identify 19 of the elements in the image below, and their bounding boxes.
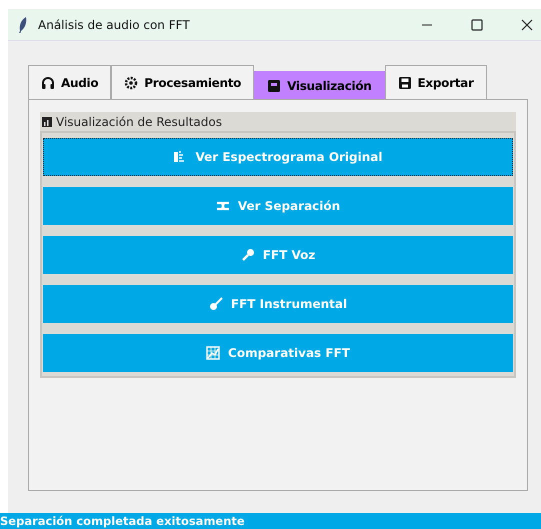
close-icon[interactable] [521, 18, 533, 30]
headphones-icon [41, 76, 55, 90]
tab[interactable]: Procesamiento [111, 65, 254, 99]
action-button[interactable]: Ver Espectrograma Original [43, 138, 513, 176]
section-title: Visualización de Resultados [56, 114, 222, 128]
tab[interactable]: Exportar [384, 65, 487, 99]
microphone-icon [240, 248, 255, 262]
action-button[interactable]: FFT Instrumental [43, 285, 513, 323]
tab[interactable]: Audio [28, 65, 112, 99]
window-title: Análisis de audio con FFT [38, 18, 190, 32]
guitar-icon [208, 297, 223, 311]
gear-icon [124, 76, 138, 90]
action-button[interactable]: Ver Separación [43, 187, 513, 225]
maximize-icon[interactable] [471, 18, 483, 30]
tab[interactable]: Visualización [254, 71, 385, 99]
action-button[interactable]: Comparativas FFT [43, 334, 513, 372]
action-button[interactable]: FFT Voz [43, 236, 513, 274]
status-bar: Separación completada exitosamente [0, 513, 541, 529]
feather-icon [18, 16, 28, 34]
